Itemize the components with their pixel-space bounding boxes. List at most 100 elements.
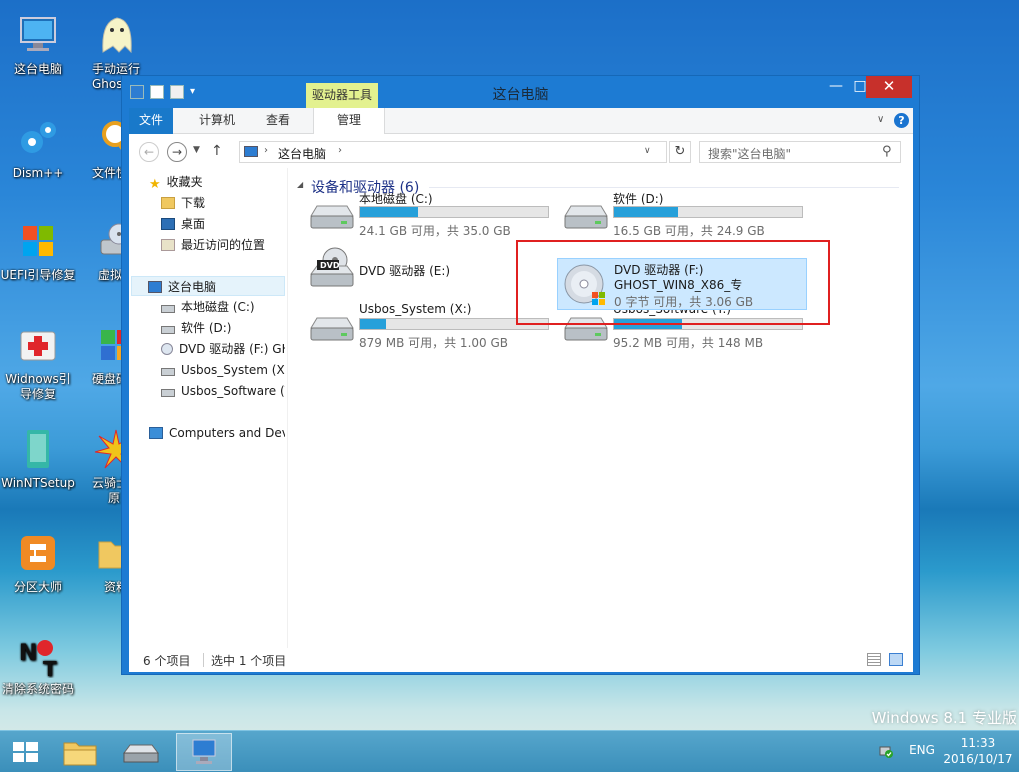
address-bar-row: ← → ▼ ↑ › 这台电脑 › ∨ ↻ 搜索"这台电脑" ⚲ — [129, 134, 913, 168]
nav-label: Usbos_System (X:) — [181, 363, 285, 377]
nav-label: 收藏夹 — [166, 175, 203, 189]
ribbon-tabs: 文件 计算机 查看 管理 ∨ ? — [129, 108, 913, 134]
network-status-icon[interactable] — [878, 743, 894, 759]
refresh-button[interactable]: ↻ — [669, 141, 691, 163]
desktop-icon-this-pc[interactable]: 这台电脑 — [0, 12, 76, 77]
status-divider — [203, 653, 204, 667]
hard-drive-icon — [123, 744, 159, 763]
nav-drive-f[interactable]: DVD 驱动器 (F:) GH — [161, 339, 285, 359]
folder-icon — [63, 742, 97, 766]
language-indicator[interactable]: ENG — [904, 743, 940, 757]
search-icon[interactable]: ⚲ — [882, 144, 892, 159]
desktop-icon-label: UEFI引导修复 — [0, 268, 76, 282]
ghost-icon — [93, 12, 139, 58]
drive-name: DVD 驱动器 (E:) — [359, 264, 451, 278]
desktop-icon-label-line2: 导修复 — [19, 387, 56, 401]
address-dropdown-icon[interactable]: ∨ — [644, 146, 651, 156]
help-icon[interactable]: ? — [894, 113, 909, 128]
desktop-icon-dism[interactable]: Dism++ — [0, 116, 76, 181]
clock-date[interactable]: 2016/10/17 — [940, 752, 1016, 766]
recent-places-icon — [161, 239, 175, 251]
nav-label: 下载 — [181, 196, 206, 210]
breadcrumb-this-pc[interactable]: 这台电脑 — [278, 145, 326, 162]
desktop-icon-label: 分区大师 — [13, 580, 62, 594]
pane-divider[interactable] — [287, 168, 288, 648]
drive-tile-d[interactable]: 软件 (D:) 16.5 GB 可用，共 24.9 GB — [557, 188, 807, 240]
nav-favorites[interactable]: ★ 收藏夹 — [149, 172, 203, 192]
nav-drive-c[interactable]: 本地磁盘 (C:) — [161, 297, 255, 317]
title-bar[interactable]: ▾ 驱动器工具 这台电脑 — □ ✕ — [122, 76, 919, 108]
nav-network[interactable]: Computers and Dev — [149, 423, 285, 443]
navigation-pane[interactable]: ★ 收藏夹 下载 桌面 最近访问的位置 这台电脑 本地磁盘 (C:) 软件 (D:… — [129, 168, 285, 648]
window-title: 这台电脑 — [492, 87, 549, 103]
explorer-window[interactable]: ▾ 驱动器工具 这台电脑 — □ ✕ 文件 计算机 查看 管理 ∨ ? ← → … — [121, 75, 920, 675]
tab-view[interactable]: 查看 — [255, 108, 301, 134]
up-button[interactable]: ↑ — [211, 143, 223, 159]
tab-file[interactable]: 文件 — [129, 108, 173, 134]
nav-label: DVD 驱动器 (F:) GH — [179, 342, 285, 356]
drive-tile-c[interactable]: 本地磁盘 (C:) 24.1 GB 可用，共 35.0 GB — [303, 188, 553, 240]
nav-recent-places[interactable]: 最近访问的位置 — [161, 235, 265, 255]
nav-drive-y[interactable]: Usbos_Software (Y — [161, 381, 285, 401]
back-button[interactable]: ← — [139, 142, 159, 162]
download-folder-icon — [161, 197, 175, 209]
nav-label: 这台电脑 — [168, 280, 217, 294]
windows-logo-icon — [15, 218, 61, 264]
desktop-icon-partition-master[interactable]: 分区大师 — [0, 530, 76, 595]
hard-drive-icon — [561, 196, 609, 236]
drive-free-space: 16.5 GB 可用，共 24.9 GB — [613, 224, 765, 238]
dvd-disc-icon — [161, 343, 173, 355]
tab-manage[interactable]: 管理 — [313, 108, 385, 134]
computer-icon — [15, 12, 61, 58]
taskbar-file-explorer[interactable] — [54, 733, 106, 771]
desktop-icon-winntsetup[interactable]: WinNTSetup — [0, 426, 76, 491]
nav-label: 本地磁盘 (C:) — [181, 300, 255, 314]
taskbar-this-pc[interactable] — [176, 733, 232, 771]
windows-edition-watermark: Windows 8.1 专业版 — [871, 709, 1017, 727]
taskbar-drive-app[interactable] — [114, 733, 166, 771]
svg-text:DVD: DVD — [320, 261, 340, 270]
nav-drive-d[interactable]: 软件 (D:) — [161, 318, 231, 338]
computer-small-icon — [244, 146, 258, 157]
desktop-icon-clear-password[interactable]: NT 清除系统密码 — [0, 632, 76, 697]
status-bar: 6 个项目 选中 1 个项目 — [129, 648, 913, 672]
breadcrumb-separator-icon: › — [264, 145, 268, 156]
tab-computer[interactable]: 计算机 — [187, 108, 247, 134]
computer-icon — [192, 739, 216, 764]
gears-icon — [15, 116, 61, 162]
nav-desktop[interactable]: 桌面 — [161, 214, 205, 234]
search-input[interactable]: 搜索"这台电脑" ⚲ — [699, 141, 901, 163]
details-view-icon[interactable] — [867, 653, 881, 666]
hard-drive-icon — [161, 326, 175, 334]
network-icon — [149, 427, 163, 439]
nav-this-pc[interactable]: 这台电脑 — [131, 276, 285, 296]
hard-drive-icon — [307, 196, 355, 236]
start-button[interactable] — [0, 733, 52, 771]
nav-downloads[interactable]: 下载 — [161, 193, 205, 213]
nav-label: 最近访问的位置 — [181, 238, 266, 252]
address-box[interactable]: › 这台电脑 › ∨ — [239, 141, 667, 163]
recent-locations-chevron-icon[interactable]: ▼ — [193, 145, 200, 155]
desktop-icon-label: Widnows引 — [5, 372, 71, 386]
close-button[interactable]: ✕ — [866, 76, 912, 98]
status-selected-count: 选中 1 个项目 — [211, 654, 287, 668]
large-icons-view-icon[interactable] — [889, 653, 903, 666]
chevron-down-icon[interactable]: ∨ — [877, 114, 884, 125]
windows-start-icon — [13, 742, 38, 762]
drive-usage-bar — [359, 206, 549, 218]
desktop-icon-uefi-repair[interactable]: UEFI引导修复 — [0, 218, 76, 283]
forward-button[interactable]: → — [167, 142, 187, 162]
clock-time[interactable]: 11:33 — [945, 736, 1011, 750]
taskbar: ENG 11:33 2016/10/17 — [0, 730, 1019, 772]
nav-label: 桌面 — [181, 217, 206, 231]
drive-name: Usbos_System (X:) — [359, 302, 472, 316]
breadcrumb-chevron-icon: › — [338, 145, 342, 156]
desktop-icon-windows-boot-repair[interactable]: Widnows引 导修复 — [0, 322, 76, 402]
dvd-drive-icon: DVD — [307, 246, 355, 287]
status-item-count: 6 个项目 — [143, 654, 191, 668]
nav-drive-x[interactable]: Usbos_System (X:) — [161, 360, 285, 380]
star-icon: ★ — [149, 177, 161, 192]
nav-label: Computers and Dev — [169, 426, 285, 440]
hard-drive-icon — [161, 389, 175, 397]
drive-name: 软件 (D:) — [613, 192, 664, 206]
